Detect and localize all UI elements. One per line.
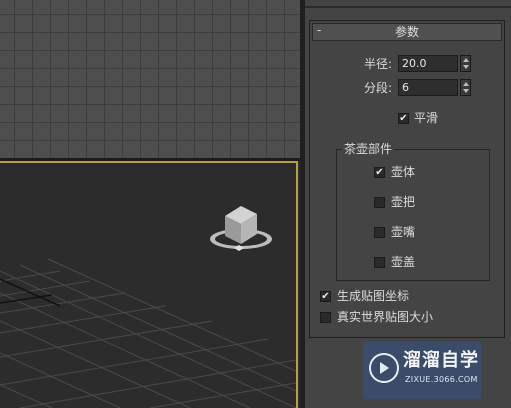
segments-spinner[interactable]: [460, 79, 471, 96]
watermark-name: 溜溜自学: [403, 350, 479, 371]
spout-checkbox[interactable]: [374, 227, 385, 238]
spout-label: 壶嘴: [391, 225, 416, 239]
radius-spinner[interactable]: [460, 55, 471, 72]
gen-mapping-checkbox[interactable]: ✔: [320, 291, 331, 302]
radius-label: 半径:: [364, 57, 393, 71]
radius-input[interactable]: [398, 55, 458, 72]
handle-checkbox[interactable]: [374, 197, 385, 208]
lid-label: 壶盖: [391, 255, 416, 269]
top-viewport[interactable]: [0, 0, 300, 158]
segments-input[interactable]: [398, 79, 458, 96]
watermark: 溜溜自学 ZIXUE.3066.COM: [363, 341, 481, 399]
view-cube[interactable]: [205, 198, 285, 258]
segments-label: 分段:: [364, 81, 393, 95]
teapot-parts-group: 茶壶部件 ✔ 壶体 壶把 壶嘴 壶盖: [336, 141, 490, 281]
lid-checkbox[interactable]: [374, 257, 385, 268]
watermark-url: ZIXUE.3066.COM: [405, 375, 478, 384]
panel-top-divider: [305, 6, 511, 8]
parameters-rollout: - 参数 半径: 分段: ✔ 平滑 茶壶部件 ✔ 壶体 壶把 壶嘴 壶盖 ✔ 生…: [309, 20, 505, 338]
body-label: 壶体: [391, 165, 416, 179]
smooth-checkbox[interactable]: ✔: [398, 113, 409, 124]
handle-label: 壶把: [391, 195, 416, 209]
real-world-checkbox[interactable]: [320, 312, 331, 323]
real-world-label: 真实世界贴图大小: [337, 310, 434, 324]
smooth-label: 平滑: [414, 111, 439, 125]
body-checkbox[interactable]: ✔: [374, 167, 385, 178]
teapot-parts-title: 茶壶部件: [342, 141, 395, 157]
rollout-header[interactable]: - 参数: [312, 23, 502, 41]
gen-mapping-label: 生成贴图坐标: [337, 289, 410, 303]
rollout-title: 参数: [394, 25, 419, 39]
perspective-viewport[interactable]: [0, 161, 298, 408]
play-logo-icon: [369, 353, 399, 383]
